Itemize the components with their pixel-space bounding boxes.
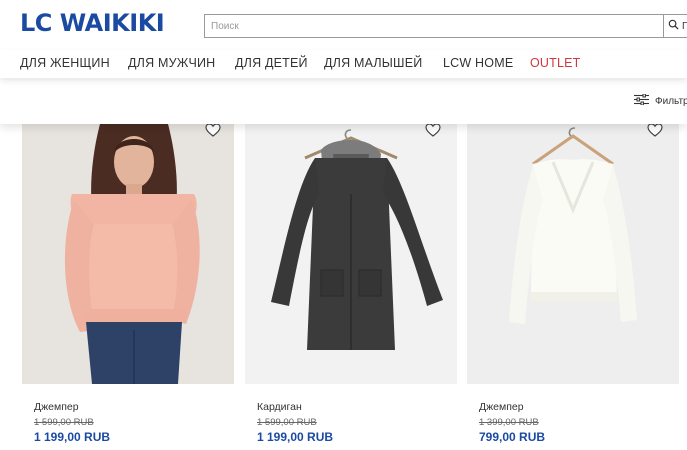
- product-old-price: 1 599,00 RUB: [34, 417, 94, 428]
- search-icon: [668, 19, 679, 33]
- product-image-cream-jumper[interactable]: [467, 124, 679, 384]
- product-price: 1 199,00 RUB: [257, 430, 334, 444]
- favorite-button[interactable]: [419, 124, 447, 142]
- filter-bar: Фильтр: [0, 80, 687, 124]
- heart-icon: [425, 124, 441, 142]
- product-card[interactable]: Джемпер 1 599,00 RUB 1 199,00 RUB: [22, 124, 234, 444]
- product-price: 1 199,00 RUB: [34, 430, 111, 444]
- product-old-price: 1 399,00 RUB: [479, 417, 539, 428]
- nav-item-women[interactable]: ДЛЯ ЖЕНЩИН: [20, 56, 110, 70]
- product-card[interactable]: Джемпер 1 399,00 RUB 799,00 RUB: [467, 124, 679, 444]
- nav-item-men[interactable]: ДЛЯ МУЖЧИН: [128, 56, 215, 70]
- search-bar: П: [204, 14, 687, 38]
- category-nav: ДЛЯ ЖЕНЩИН ДЛЯ МУЖЧИН ДЛЯ ДЕТЕЙ ДЛЯ МАЛЫ…: [0, 50, 687, 78]
- favorite-button[interactable]: [641, 124, 669, 142]
- product-old-price: 1 599,00 RUB: [257, 417, 317, 428]
- heart-icon: [647, 124, 663, 142]
- product-name[interactable]: Кардиган: [257, 401, 302, 413]
- product-price: 799,00 RUB: [479, 430, 546, 444]
- nav-item-kids[interactable]: ДЛЯ ДЕТЕЙ: [235, 56, 308, 70]
- search-button[interactable]: П: [663, 14, 687, 38]
- nav-item-lcw-home[interactable]: LCW HOME: [443, 56, 513, 70]
- product-image-woman-pink-sweater[interactable]: [22, 124, 234, 384]
- filter-button[interactable]: Фильтр: [634, 93, 687, 108]
- filter-sliders-icon: [634, 93, 649, 108]
- search-input[interactable]: [205, 15, 661, 37]
- header: LC WAIKIKI П: [0, 0, 687, 50]
- product-image-grey-cardigan[interactable]: [245, 124, 457, 384]
- product-name[interactable]: Джемпер: [34, 401, 79, 413]
- favorite-button[interactable]: [199, 124, 227, 142]
- nav-item-babies[interactable]: ДЛЯ МАЛЫШЕЙ: [324, 56, 422, 70]
- product-name[interactable]: Джемпер: [479, 401, 524, 413]
- filter-label: Фильтр: [655, 95, 687, 107]
- product-card[interactable]: Кардиган 1 599,00 RUB 1 199,00 RUB: [245, 124, 457, 444]
- search-button-label: П: [682, 20, 687, 32]
- lcwaikiki-logo[interactable]: LC WAIKIKI: [20, 8, 165, 38]
- nav-item-outlet[interactable]: OUTLET: [530, 56, 581, 70]
- heart-icon: [205, 124, 221, 142]
